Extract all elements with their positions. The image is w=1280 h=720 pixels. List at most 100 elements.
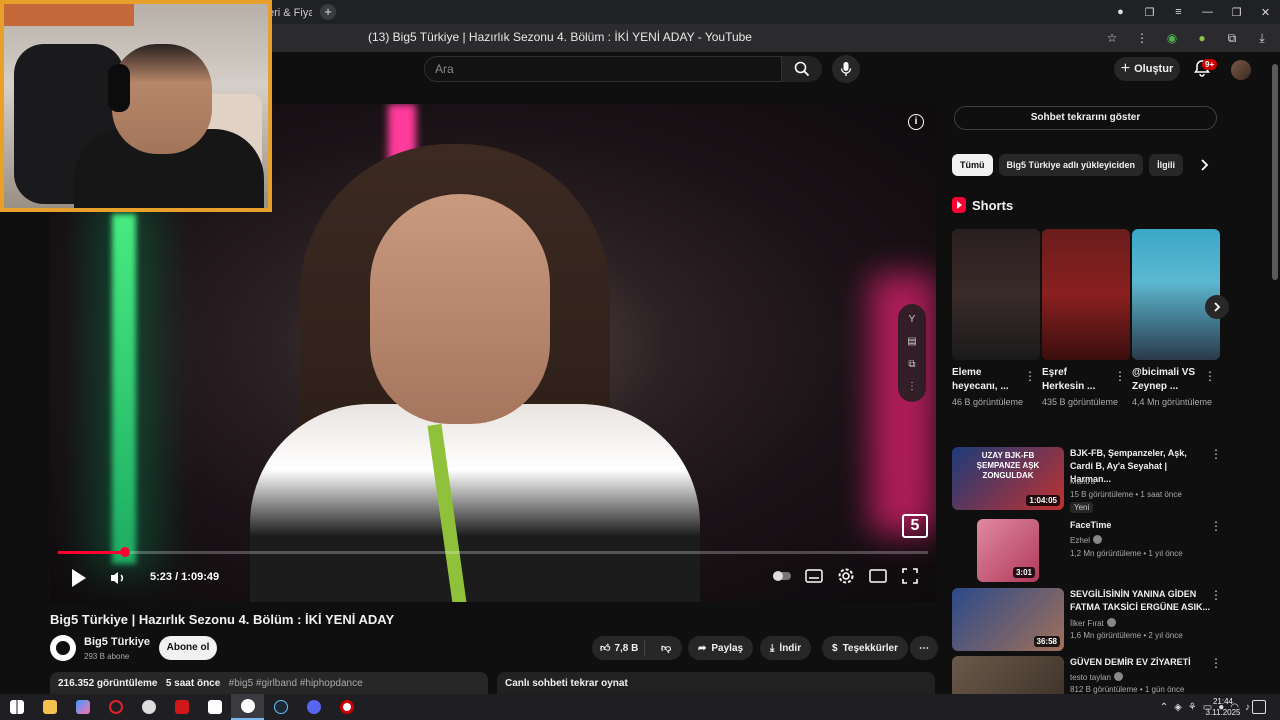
short-title[interactable]: Eleme heyecanı, ... <box>952 366 1022 394</box>
channel-name[interactable]: Big5 Türkiye <box>84 636 150 648</box>
steam-icon[interactable] <box>264 694 297 720</box>
chip-related[interactable]: İlgili <box>1149 154 1184 176</box>
video-title[interactable]: FaceTime <box>1070 519 1210 532</box>
short-more-icon[interactable]: ⋮ <box>1114 369 1126 383</box>
chip-all[interactable]: Tümü <box>952 154 993 176</box>
progress-scrubber[interactable] <box>119 547 130 557</box>
discord-icon[interactable] <box>297 694 330 720</box>
extension-icon[interactable]: ◉ <box>1162 28 1182 48</box>
file-explorer-icon[interactable] <box>33 694 66 720</box>
short-thumbnail[interactable] <box>952 229 1040 360</box>
short-thumbnail[interactable] <box>1132 229 1220 360</box>
profile-icon[interactable]: ● <box>1106 6 1135 18</box>
browser-tab[interactable]: eri & Fiyat <box>268 2 312 24</box>
app-red-icon[interactable] <box>165 694 198 720</box>
chip-from-uploader[interactable]: Big5 Türkiye adlı yükleyiciden <box>998 154 1144 176</box>
theater-mode-icon[interactable] <box>868 566 888 586</box>
restore-button[interactable]: ❐ <box>1222 6 1251 19</box>
fullscreen-icon[interactable] <box>900 566 920 586</box>
volume-icon[interactable] <box>108 568 128 588</box>
channel-name[interactable]: Ezhel <box>1070 536 1090 545</box>
bookmark-icon[interactable]: ☆ <box>1102 28 1122 48</box>
more-options-icon[interactable]: ⋮ <box>907 381 917 392</box>
obs-icon[interactable] <box>132 694 165 720</box>
share-button[interactable]: ➦ Paylaş <box>688 636 754 660</box>
video-more-icon[interactable]: ⋮ <box>1210 588 1222 602</box>
subtitle-icon[interactable]: ▤ <box>907 336 916 347</box>
video-more-icon[interactable]: ⋮ <box>1210 519 1222 533</box>
play-icon[interactable] <box>66 566 90 590</box>
tray-expand-icon[interactable]: ⌃ <box>1160 702 1168 713</box>
recommended-video[interactable]: GÜVEN DEMİR EV ZİYARETİ testo taylan 812… <box>952 656 1220 694</box>
chevron-right-icon[interactable] <box>1196 157 1212 173</box>
new-tab-button[interactable]: + <box>320 4 336 20</box>
recommended-video[interactable]: UZAY BJK-FB ŞEMPANZE AŞK ZONGULDAK 1:04:… <box>952 447 1222 513</box>
opera-icon[interactable] <box>99 694 132 720</box>
thanks-button[interactable]: $ Teşekkürler <box>822 636 908 660</box>
yandex-browser-icon[interactable] <box>231 694 264 720</box>
info-icon[interactable]: i <box>908 114 924 130</box>
search-input[interactable] <box>425 57 781 81</box>
subscribe-button[interactable]: Abone ol <box>159 636 217 660</box>
video-title[interactable]: SEVGİLİSİNİN YANINA GİDEN FATMA TAKSİCİ … <box>1070 588 1210 614</box>
short-more-icon[interactable]: ⋮ <box>1024 369 1036 383</box>
more-actions-button[interactable]: ⋯ <box>910 636 938 660</box>
dislike-button[interactable]: 👎︎ <box>650 642 682 654</box>
recommended-video[interactable]: 36:58 SEVGİLİSİNİN YANINA GİDEN FATMA TA… <box>952 588 1222 654</box>
short-thumbnail[interactable] <box>1042 229 1130 360</box>
video-channel[interactable]: Ezhel <box>1070 535 1103 545</box>
download-icon[interactable]: ⤓ <box>1252 28 1272 48</box>
description-box[interactable]: 216.352 görüntüleme 5 saat önce #big5 #g… <box>50 672 488 694</box>
video-thumbnail[interactable] <box>952 656 1064 694</box>
taskbar-clock[interactable]: 21:44 3.11.2025 <box>1200 696 1246 718</box>
recommended-video[interactable]: 3:01 FaceTime Ezhel 1,2 Mn görüntüleme •… <box>952 519 1222 585</box>
short-more-icon[interactable]: ⋮ <box>1204 369 1216 383</box>
channel-name[interactable]: İlker Fırat <box>1070 619 1104 628</box>
settings-gear-icon[interactable] <box>836 566 856 586</box>
video-more-icon[interactable]: ⋮ <box>1210 447 1222 461</box>
account-avatar[interactable] <box>1231 60 1251 80</box>
channel-avatar[interactable] <box>50 635 76 661</box>
close-window-button[interactable]: ✕ <box>1251 6 1280 19</box>
page-scrollbar[interactable] <box>1270 52 1280 696</box>
menu-icon[interactable]: ≡ <box>1164 6 1193 18</box>
minimize-button[interactable]: — <box>1193 6 1222 18</box>
show-chat-replay-button[interactable]: Sohbet tekrarını göster <box>954 106 1217 130</box>
copilot-icon[interactable] <box>66 694 99 720</box>
video-more-icon[interactable]: ⋮ <box>1210 656 1220 670</box>
short-card[interactable]: Eleme heyecanı, ... 46 B görüntüleme ⋮ <box>952 229 1040 409</box>
subtitles-icon[interactable] <box>804 566 824 586</box>
search-button[interactable] <box>782 56 822 82</box>
video-thumbnail[interactable]: 36:58 <box>952 588 1064 651</box>
tray-app-icon[interactable]: ◈ <box>1174 702 1182 713</box>
scrollbar-thumb[interactable] <box>1272 64 1278 280</box>
collections-icon[interactable]: ❐ <box>1135 6 1164 19</box>
vpn-icon[interactable]: ● <box>1192 28 1212 48</box>
start-button[interactable] <box>0 694 33 720</box>
hashtags[interactable]: #big5 #girlband #hiphopdance <box>229 678 363 689</box>
voice-search-button[interactable] <box>832 55 860 83</box>
store-icon[interactable] <box>198 694 231 720</box>
like-button[interactable]: 👍︎ 7,8 B <box>592 640 646 656</box>
download-button[interactable]: ⤓ İndir <box>760 636 812 660</box>
notification-center-icon[interactable] <box>1252 700 1266 714</box>
autoplay-toggle[interactable] <box>772 566 792 586</box>
progress-bar[interactable] <box>58 547 928 557</box>
live-chat-replay-bar[interactable]: Canlı sohbeti tekrar oynat <box>497 672 935 694</box>
video-channel[interactable]: Mantra <box>1070 477 1095 486</box>
video-thumbnail[interactable]: 3:01 <box>977 519 1039 582</box>
create-button[interactable]: + Oluştur <box>1114 57 1180 81</box>
picture-in-picture-icon[interactable]: ⧉ <box>908 359 915 370</box>
browser-logo-icon[interactable]: Y <box>909 314 916 325</box>
short-card[interactable]: @bicimali VS Zeynep ... 4,4 Mn görüntüle… <box>1132 229 1220 409</box>
video-channel[interactable]: testo taylan <box>1070 672 1123 682</box>
screenshot-icon[interactable]: ⧉ <box>1222 28 1242 48</box>
video-channel[interactable]: İlker Fırat <box>1070 618 1116 628</box>
short-title[interactable]: Eşref Herkesin ... <box>1042 366 1112 394</box>
tray-network-icon[interactable]: ⚘ <box>1188 702 1197 713</box>
short-card[interactable]: Eşref Herkesin ... 435 B görüntüleme ⋮ <box>1042 229 1130 409</box>
short-title[interactable]: @bicimali VS Zeynep ... <box>1132 366 1202 394</box>
channel-name[interactable]: testo taylan <box>1070 673 1111 682</box>
video-thumbnail[interactable]: UZAY BJK-FB ŞEMPANZE AŞK ZONGULDAK 1:04:… <box>952 447 1064 510</box>
app-record-icon[interactable] <box>330 694 363 720</box>
